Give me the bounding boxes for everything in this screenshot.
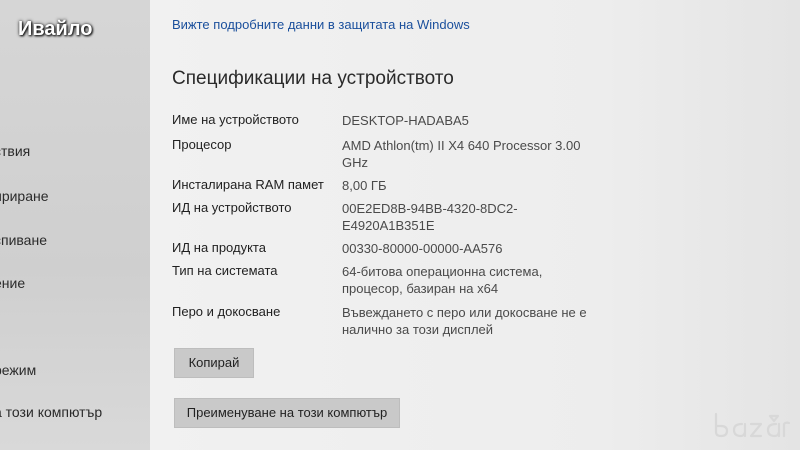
spec-label-pen-touch: Перо и докосване [172, 304, 281, 319]
section-title: Спецификации на устройството [172, 68, 454, 89]
sidebar-item-1[interactable]: ствия [0, 143, 30, 159]
windows-security-link[interactable]: Вижте подробните данни в защитата на Win… [172, 17, 470, 32]
seller-name-watermark: Ивайло [18, 18, 93, 40]
spec-value-product-id: 00330-80000-00000-AA576 [342, 241, 503, 256]
spec-label-processor: Процесор [172, 137, 232, 152]
spec-value-ram: 8,00 ГБ [342, 178, 387, 193]
spec-value-device-id: 00E2ED8B-94BB-4320-8DC2-E4920A1B351E [342, 201, 518, 233]
sidebar-item-4[interactable]: ение [0, 275, 25, 291]
spec-value-processor: AMD Athlon(tm) II X4 640 Processor 3.00 … [342, 138, 581, 170]
spec-label-device-name: Име на устройството [172, 112, 299, 127]
about-main-panel: Вижте подробните данни в защитата на Win… [150, 0, 800, 450]
sidebar-item-5[interactable]: режим [0, 362, 36, 378]
rename-pc-button[interactable]: Преименуване на този компютър [174, 398, 400, 428]
copy-button[interactable]: Копирай [174, 348, 254, 378]
settings-sidebar: Ивайло ствия ириране спиване ение режим … [0, 0, 150, 450]
spec-label-ram: Инсталирана RAM памет [172, 177, 324, 192]
sidebar-item-2[interactable]: ириране [0, 188, 49, 204]
sidebar-item-3[interactable]: спиване [0, 232, 47, 248]
spec-label-product-id: ИД на продукта [172, 240, 266, 255]
spec-value-system-type: 64-битова операционна система, процесор,… [342, 264, 543, 296]
bazar-logo [714, 412, 790, 438]
sidebar-item-6[interactable]: а този компютър [0, 404, 102, 420]
spec-value-pen-touch: Въвеждането с перо или докосване не е на… [342, 305, 587, 337]
spec-label-device-id: ИД на устройството [172, 200, 292, 215]
spec-value-device-name: DESKTOP-HADABA5 [342, 113, 469, 128]
spec-label-system-type: Тип на системата [172, 263, 278, 278]
